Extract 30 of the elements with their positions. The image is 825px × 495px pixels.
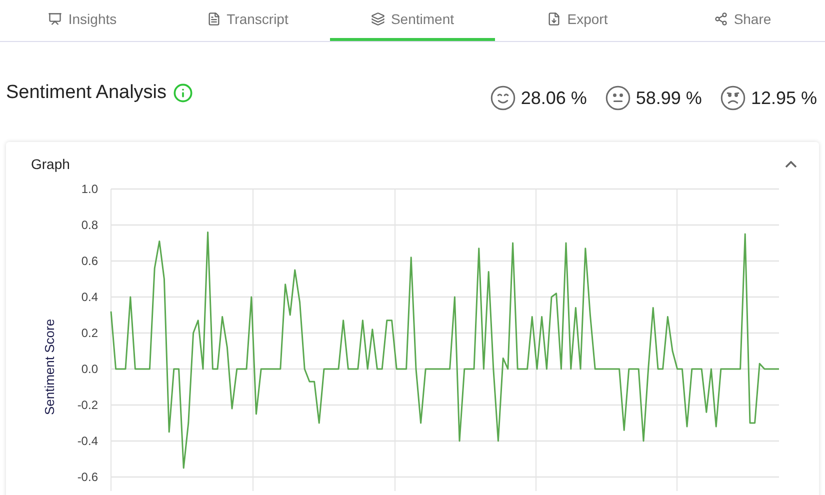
neutral-face-icon [604, 85, 631, 111]
y-tick-label: 0.2 [81, 326, 98, 340]
y-tick-label: 0.0 [81, 362, 98, 376]
y-tick-label: 1.0 [81, 182, 98, 196]
sentiment-percentage: 58.99 % [636, 86, 702, 110]
presentation-icon [48, 12, 62, 26]
collapse-button[interactable] [785, 161, 797, 168]
chevron-up-icon [785, 161, 797, 168]
sentiment-percentage: 12.95 % [750, 86, 817, 110]
y-tick-label: -0.6 [77, 470, 98, 484]
y-tick-label: -0.2 [77, 398, 98, 412]
y-tick-label: 0.8 [81, 218, 98, 232]
sentiment-percentage: 28.06 % [520, 86, 587, 110]
y-axis-title: Sentiment Score [42, 318, 57, 416]
tab[interactable]: Export [495, 0, 660, 41]
tab[interactable]: Sentiment [330, 0, 495, 41]
smiling-face-icon [490, 85, 516, 111]
tab[interactable]: Share [660, 0, 825, 41]
file-download-icon [547, 12, 562, 26]
share-icon [714, 12, 728, 26]
y-tick-label: 0.6 [81, 254, 98, 268]
document-icon [206, 12, 221, 26]
page-heading: Sentiment Analysis [6, 80, 167, 105]
layers-icon [370, 12, 385, 26]
sad-face-icon [720, 85, 746, 111]
y-tick-label: 0.4 [81, 290, 98, 304]
card-title: Graph [31, 155, 70, 174]
tab[interactable]: Transcript [165, 0, 330, 41]
y-tick-label: -0.4 [77, 434, 98, 448]
tab[interactable]: Insights [0, 0, 165, 41]
